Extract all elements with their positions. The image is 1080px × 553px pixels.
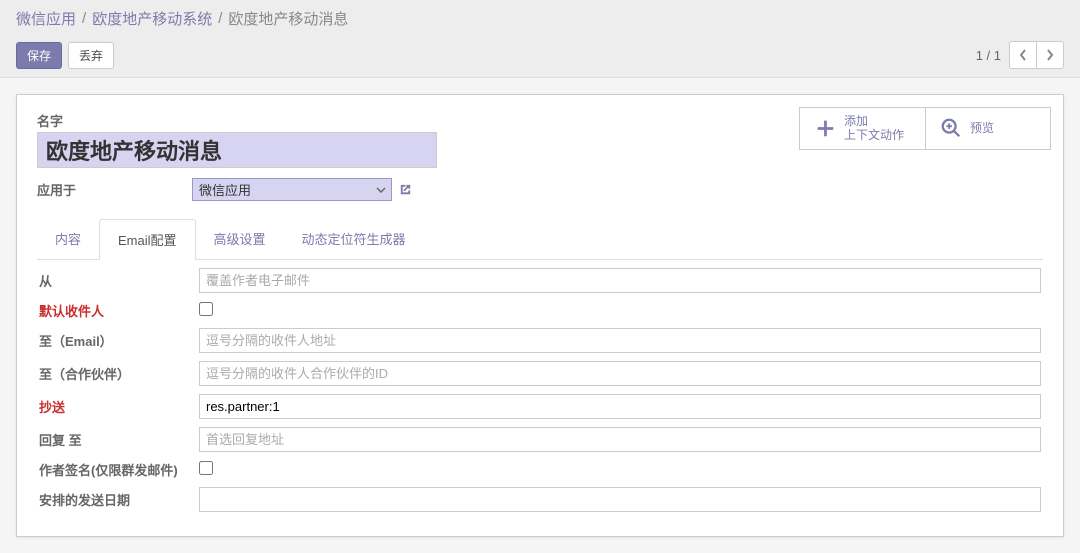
to-email-label: 至（Email）	[37, 324, 197, 357]
from-input[interactable]	[199, 268, 1041, 293]
chevron-right-icon	[1046, 49, 1054, 61]
pager-value: 1 / 1	[976, 48, 1001, 63]
from-label: 从	[37, 264, 197, 297]
breadcrumb: 微信应用 / 欧度地产移动系统 / 欧度地产移动消息	[16, 8, 1064, 29]
tab-email-config[interactable]: Email配置	[99, 219, 196, 260]
tab-dynamic-generator[interactable]: 动态定位符生成器	[284, 219, 424, 259]
external-link-icon	[398, 182, 413, 197]
default-recipient-label: 默认收件人	[37, 297, 197, 324]
pager-prev-button[interactable]	[1009, 41, 1037, 69]
cc-label: 抄送	[37, 390, 197, 423]
reply-to-input[interactable]	[199, 427, 1041, 452]
plus-icon	[814, 117, 836, 139]
discard-button[interactable]: 丢弃	[68, 42, 114, 69]
breadcrumb-sep: /	[82, 10, 86, 27]
applies-to-label: 应用于	[37, 180, 192, 199]
save-button[interactable]: 保存	[16, 42, 62, 69]
tab-content[interactable]: 内容	[37, 219, 99, 259]
cc-input[interactable]	[199, 394, 1041, 419]
breadcrumb-root[interactable]: 微信应用	[16, 8, 76, 29]
pager-next-button[interactable]	[1036, 41, 1064, 69]
stat-btn-line1: 添加	[844, 114, 904, 128]
author-signature-checkbox[interactable]	[199, 461, 213, 475]
author-signature-label: 作者签名(仅限群发邮件)	[37, 456, 197, 483]
schedule-date-input[interactable]	[199, 487, 1041, 512]
stat-btn-label: 预览	[970, 121, 994, 135]
pager: 1 / 1	[976, 41, 1064, 69]
tab-bar: 内容 Email配置 高级设置 动态定位符生成器	[37, 219, 1043, 260]
breadcrumb-parent[interactable]: 欧度地产移动系统	[92, 8, 212, 29]
to-email-input[interactable]	[199, 328, 1041, 353]
breadcrumb-sep: /	[218, 10, 222, 27]
name-input[interactable]	[37, 132, 437, 168]
tab-advanced[interactable]: 高级设置	[196, 219, 284, 259]
to-partner-label: 至（合作伙伴）	[37, 357, 197, 390]
applies-to-select[interactable]	[192, 178, 392, 201]
preview-button[interactable]: 预览	[925, 108, 1050, 149]
external-link-button[interactable]	[398, 182, 413, 197]
magnify-plus-icon	[940, 117, 962, 139]
chevron-left-icon	[1019, 49, 1027, 61]
schedule-date-label: 安排的发送日期	[37, 483, 197, 516]
default-recipient-checkbox[interactable]	[199, 302, 213, 316]
reply-to-label: 回复 至	[37, 423, 197, 456]
breadcrumb-current: 欧度地产移动消息	[228, 8, 348, 29]
stat-btn-line2: 上下文动作	[844, 128, 904, 142]
to-partner-input[interactable]	[199, 361, 1041, 386]
add-context-action-button[interactable]: 添加 上下文动作	[800, 108, 925, 149]
